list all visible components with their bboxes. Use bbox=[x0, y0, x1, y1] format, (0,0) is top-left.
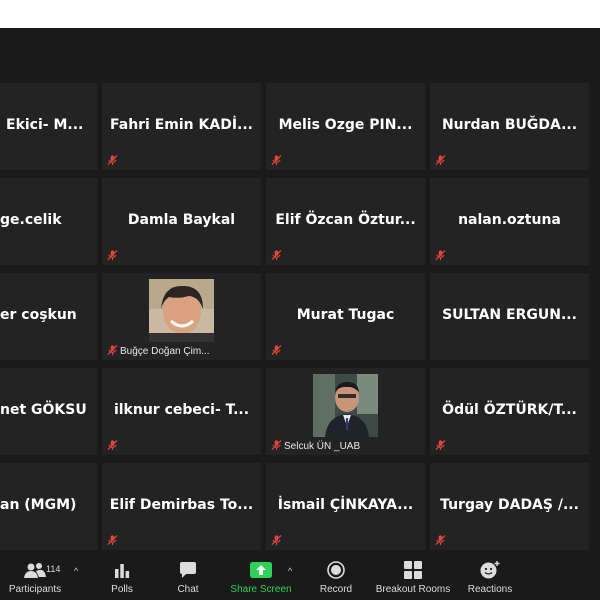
participant-tile[interactable]: er coşkun bbox=[0, 273, 97, 360]
participant-tile[interactable]: Elif Özcan Öztur... bbox=[266, 178, 425, 265]
participant-tile[interactable]: an (MGM) bbox=[0, 463, 97, 550]
participant-name: Selcuk ÜN _UAB bbox=[284, 441, 361, 452]
participant-tile[interactable]: Ekici- M... bbox=[0, 83, 97, 170]
participant-tile[interactable]: Murat Tugac bbox=[266, 273, 425, 360]
record-button[interactable]: Record bbox=[316, 560, 356, 595]
muted-mic-icon bbox=[107, 534, 118, 546]
participant-name: Melis Ozge PIN... bbox=[278, 117, 413, 133]
participant-tile[interactable]: Turgay DADAŞ /... bbox=[430, 463, 589, 550]
record-label: Record bbox=[319, 584, 353, 595]
participant-tile[interactable]: SULTAN ERGUN... bbox=[430, 273, 589, 360]
participant-name: Murat Tugac bbox=[296, 307, 395, 323]
participant-name: Elif Özcan Öztur... bbox=[275, 212, 416, 228]
record-icon bbox=[327, 561, 345, 579]
share-screen-button[interactable]: Share Screen bbox=[228, 560, 294, 595]
participant-name: ge.celik bbox=[0, 212, 62, 228]
share-caret-icon[interactable]: ^ bbox=[288, 566, 292, 576]
participant-tile[interactable]: Buğçe Doğan Çim... bbox=[102, 273, 261, 360]
participant-name: Ekici- M... bbox=[6, 117, 84, 133]
participant-name: net GÖKSU bbox=[0, 402, 87, 418]
participant-tile[interactable]: Damla Baykal bbox=[102, 178, 261, 265]
muted-mic-icon bbox=[271, 439, 282, 451]
participant-name: Turgay DADAŞ /... bbox=[440, 497, 579, 513]
participant-name: İsmail ÇİNKAYA... bbox=[277, 497, 414, 513]
muted-mic-icon bbox=[271, 154, 282, 166]
participant-tile[interactable]: İsmail ÇİNKAYA... bbox=[266, 463, 425, 550]
chat-button[interactable]: Chat bbox=[170, 560, 206, 595]
breakout-rooms-icon bbox=[404, 561, 422, 579]
participant-tile[interactable]: Melis Ozge PIN... bbox=[266, 83, 425, 170]
participant-tile[interactable]: ilknur cebeci- T... bbox=[102, 368, 261, 455]
woman-portrait-icon bbox=[149, 279, 214, 342]
participant-tile[interactable]: Fahri Emin KADİ... bbox=[102, 83, 261, 170]
reactions-label: Reactions bbox=[467, 584, 513, 595]
participant-name: Fahri Emin KADİ... bbox=[110, 117, 253, 133]
muted-mic-icon bbox=[435, 154, 446, 166]
participant-name: an (MGM) bbox=[0, 497, 77, 513]
participant-name: Damla Baykal bbox=[127, 212, 236, 228]
muted-mic-icon bbox=[435, 249, 446, 261]
gallery-view: Ekici- M... Fahri Emin KADİ... Melis Ozg… bbox=[0, 28, 600, 600]
chat-label: Chat bbox=[177, 584, 199, 595]
participant-name: SULTAN ERGUN... bbox=[442, 307, 577, 323]
participant-tile[interactable]: Selcuk ÜN _UAB bbox=[266, 368, 425, 455]
participant-name: nalan.oztuna bbox=[458, 212, 561, 228]
participant-name: Buğçe Doğan Çim... bbox=[120, 346, 210, 357]
polls-label: Polls bbox=[111, 584, 133, 595]
participant-name: er coşkun bbox=[0, 307, 77, 323]
polls-button[interactable]: Polls bbox=[104, 560, 140, 595]
participants-count: 114 bbox=[46, 564, 61, 574]
muted-mic-icon bbox=[107, 154, 118, 166]
muted-mic-icon bbox=[435, 439, 446, 451]
participant-tile[interactable]: ge.celik bbox=[0, 178, 97, 265]
man-portrait-icon bbox=[313, 374, 378, 437]
participant-name: Elif Demirbas To... bbox=[109, 497, 254, 513]
breakout-rooms-button[interactable]: Breakout Rooms bbox=[372, 560, 454, 595]
participant-name: Ödül ÖZTÜRK/T... bbox=[442, 402, 577, 418]
meeting-toolbar: Participants 114 ^ Polls Chat Share Scre… bbox=[0, 552, 600, 600]
share-screen-icon bbox=[250, 562, 272, 578]
participant-name: ilknur cebeci- T... bbox=[113, 402, 250, 418]
participant-name: Nurdan BUĞDA... bbox=[441, 117, 578, 133]
participant-tile[interactable]: net GÖKSU bbox=[0, 368, 97, 455]
reactions-button[interactable]: Reactions bbox=[464, 560, 516, 595]
reactions-smiley-icon bbox=[480, 561, 500, 579]
participant-tile[interactable]: nalan.oztuna bbox=[430, 178, 589, 265]
participant-tile[interactable]: Elif Demirbas To... bbox=[102, 463, 261, 550]
participant-tile[interactable]: Ödül ÖZTÜRK/T... bbox=[430, 368, 589, 455]
participants-caret-icon[interactable]: ^ bbox=[74, 566, 78, 576]
window-top-area bbox=[0, 0, 600, 28]
muted-mic-icon bbox=[107, 344, 118, 356]
participant-tile[interactable]: Nurdan BUĞDA... bbox=[430, 83, 589, 170]
participant-video bbox=[149, 279, 214, 342]
muted-mic-icon bbox=[271, 249, 282, 261]
participants-label: Participants bbox=[8, 584, 62, 595]
muted-mic-icon bbox=[107, 249, 118, 261]
muted-mic-icon bbox=[435, 534, 446, 546]
muted-mic-icon bbox=[271, 344, 282, 356]
participants-icon bbox=[24, 563, 46, 578]
participant-video bbox=[313, 374, 378, 437]
chat-bubble-icon bbox=[180, 562, 196, 578]
breakout-rooms-label: Breakout Rooms bbox=[375, 584, 451, 595]
muted-mic-icon bbox=[107, 439, 118, 451]
bar-chart-icon bbox=[115, 564, 130, 578]
share-screen-label: Share Screen bbox=[230, 584, 292, 595]
muted-mic-icon bbox=[271, 534, 282, 546]
